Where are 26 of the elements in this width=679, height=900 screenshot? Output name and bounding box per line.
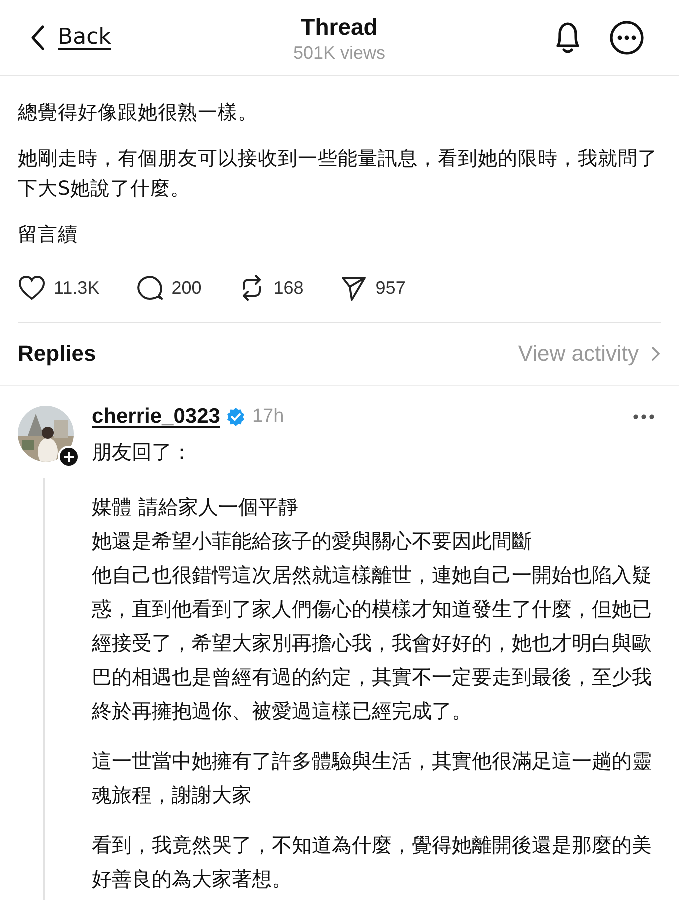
- like-button[interactable]: 11.3K: [18, 274, 100, 302]
- post-text: 留言續: [18, 222, 79, 248]
- chevron-right-icon: [651, 346, 661, 362]
- back-icon: [30, 24, 46, 50]
- send-icon: [340, 274, 368, 302]
- share-button[interactable]: 957: [340, 274, 406, 302]
- page-title: Thread: [301, 14, 378, 41]
- reply-text: 朋友回了：: [92, 439, 193, 466]
- username-link[interactable]: cherrie_0323: [92, 405, 220, 429]
- repost-button[interactable]: 168: [238, 274, 304, 302]
- post-text: 總覺得好像跟她很熟一樣。: [18, 100, 259, 126]
- reply-text: 媒體 請給家人一個平靜: [92, 494, 300, 521]
- reply-text: 他自己也很錯愕這次居然就這樣離世，連她自己一開始也陷入疑惑，直到他看到了家人們傷心的模樣才知道發生了什麼，但她已經接受了，希望大家別再擔心我，我會好好的，她也才明白與歐巴的相遇也是曾經有過的約定，其實不一定要走到最後，至少我終於再擁抱過你、被愛過這樣已經完成了。: [92, 562, 653, 725]
- reply-time: 17h: [252, 406, 284, 428]
- more-options-icon[interactable]: [609, 20, 645, 56]
- reply-text: 她還是希望小菲能給孩子的愛與關心不要因此間斷: [92, 528, 533, 555]
- back-button[interactable]: Back: [30, 24, 112, 50]
- reply-text: 這一世當中她擁有了許多體驗與生活，其實他很滿足這一趟的靈魂旅程，謝謝大家: [92, 748, 653, 809]
- post-text: 她剛走時，有個朋友可以接收到一些能量訊息，看到她的限時，我就問了下大S她說了什麼。: [18, 146, 658, 202]
- more-options-icon[interactable]: [633, 414, 655, 420]
- view-count: 501K views: [293, 43, 386, 64]
- speech-bubble-icon: [136, 274, 164, 302]
- comment-button[interactable]: 200: [136, 274, 202, 302]
- heart-icon: [18, 275, 46, 301]
- replies-heading: Replies: [18, 341, 96, 367]
- reply-text: 看到，我竟然哭了，不知道為什麼，覺得她離開後還是那麼的美好善良的為大家著想。: [92, 832, 653, 893]
